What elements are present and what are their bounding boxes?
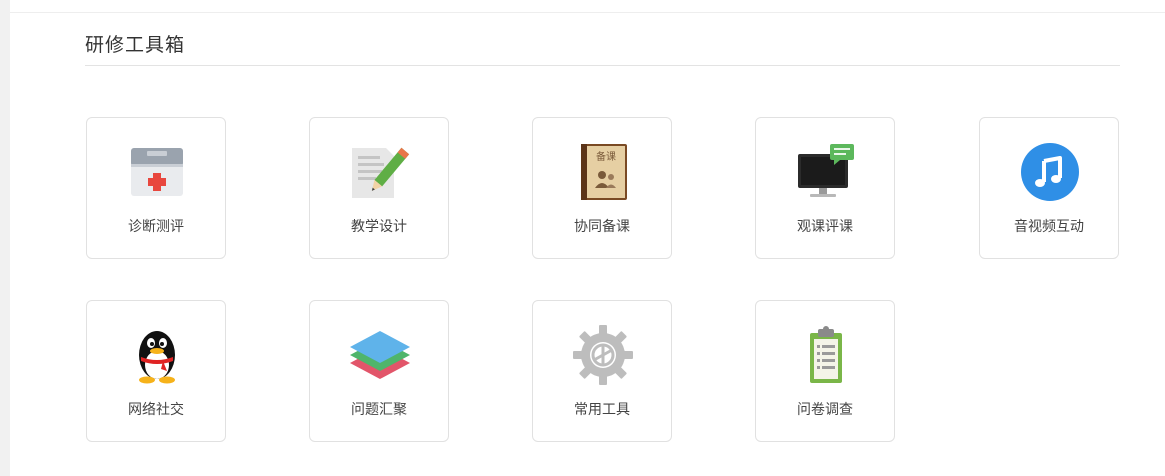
tool-label: 教学设计 [351,219,407,235]
tool-label: 网络社交 [128,402,184,418]
section-title: 研修工具箱 [85,34,186,56]
tool-label: 观课评课 [797,219,853,235]
tool-tile-common-tools[interactable]: 常用工具 [532,300,672,442]
tool-tile-collab-prep[interactable]: 备课 协同备课 [532,117,672,259]
lesson-book-icon: 备课 [573,142,633,202]
tool-tile-lesson-review[interactable]: 观课评课 [755,117,895,259]
left-rail [0,0,10,476]
title-divider [85,65,1120,66]
monitor-comment-icon [796,142,856,202]
tool-tile-av-interaction[interactable]: 音视频互动 [979,117,1119,259]
tool-tile-teaching-design[interactable]: 教学设计 [309,117,449,259]
tool-tile-diagnosis[interactable]: 诊断测评 [86,117,226,259]
tool-tile-social[interactable]: 网络社交 [86,300,226,442]
tool-label: 常用工具 [574,402,630,418]
qq-penguin-icon [127,325,187,385]
gear-icon [573,325,633,385]
tool-label: 协同备课 [574,219,630,235]
tool-label: 问题汇聚 [351,402,407,418]
tool-label: 音视频互动 [1014,219,1084,235]
pencil-document-icon [350,142,410,202]
clipboard-icon [796,325,856,385]
top-divider [10,12,1165,13]
music-note-icon [1020,142,1080,202]
tool-label: 诊断测评 [128,219,184,235]
tool-label: 问卷调查 [797,402,853,418]
tool-tile-questions[interactable]: 问题汇聚 [309,300,449,442]
book-cover-text: 备课 [596,150,616,163]
tool-tile-survey[interactable]: 问卷调查 [755,300,895,442]
layers-icon [350,325,410,385]
first-aid-kit-icon [127,142,187,202]
